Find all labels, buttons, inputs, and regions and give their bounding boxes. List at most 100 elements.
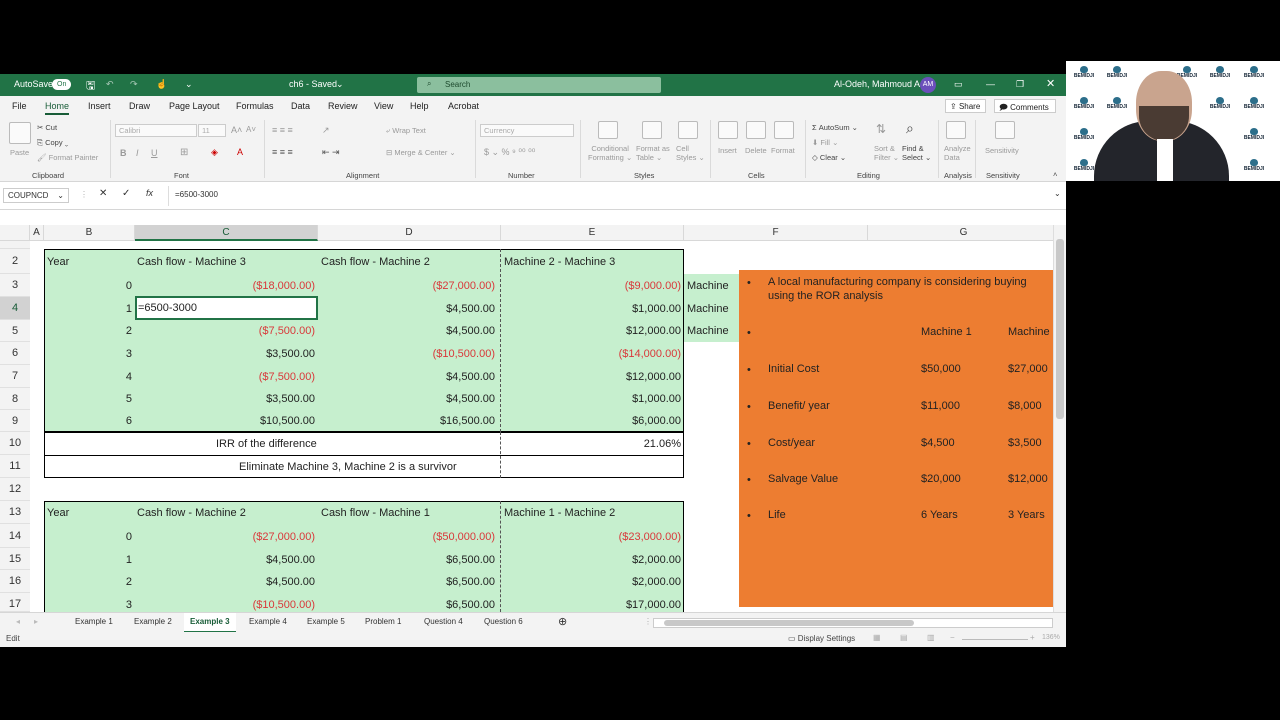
number-format-select[interactable]: Currency	[480, 124, 574, 137]
row-header-1[interactable]	[0, 241, 30, 249]
enter-icon[interactable]: ✓	[122, 188, 130, 199]
paste-button[interactable]: Paste	[10, 148, 29, 157]
decrease-font-icon[interactable]: A˅	[246, 125, 256, 134]
chevron-down-icon[interactable]: ⌄	[336, 79, 344, 90]
column-header-e[interactable]: E	[501, 225, 684, 241]
undo-icon[interactable]: ↶	[106, 79, 114, 90]
horizontal-scrollbar[interactable]	[653, 618, 1053, 628]
merge-center-button[interactable]: ⊟ Merge & Center ⌄	[386, 148, 456, 157]
font-color-icon[interactable]: A	[237, 147, 243, 157]
indent-icon[interactable]: ⇤ ⇥	[322, 147, 340, 158]
fill-color-icon[interactable]: ◈	[211, 147, 218, 158]
borders-icon[interactable]: ⊞	[180, 147, 188, 158]
avatar[interactable]: AM	[920, 77, 936, 93]
sort-filter-button[interactable]: Sort & Filter ⌄	[874, 144, 899, 162]
expand-formula-icon[interactable]: ⌄	[1054, 189, 1061, 198]
name-box[interactable]: COUPNCD ⌄	[3, 188, 69, 203]
delete-cells-button[interactable]: Delete	[745, 146, 767, 155]
autosum-button[interactable]: Σ AutoSum ⌄	[812, 123, 858, 132]
tab-review[interactable]: Review	[328, 101, 358, 111]
find-select-button[interactable]: Find & Select ⌄	[902, 144, 931, 162]
fill-button[interactable]: ⬇ Fill ⌄	[812, 138, 838, 147]
row-header-16[interactable]: 16	[0, 570, 30, 593]
user-name[interactable]: Al-Odeh, Mahmoud A	[834, 79, 920, 89]
sensitivity-icon[interactable]	[995, 121, 1015, 139]
row-header-11[interactable]: 11	[0, 455, 30, 478]
row-header-13[interactable]: 13	[0, 501, 30, 524]
previous-sheet-icon[interactable]: ◂	[16, 617, 20, 626]
ribbon-display-icon[interactable]: ▭	[954, 79, 963, 90]
cancel-icon[interactable]: ✕	[99, 188, 107, 199]
format-painter-button[interactable]: 🖌 Format Painter	[37, 153, 98, 162]
row-header-12[interactable]: 12	[0, 478, 30, 501]
column-header-g[interactable]: G	[868, 225, 1060, 241]
autosave-toggle[interactable]: On	[52, 79, 72, 90]
tab-home[interactable]: Home	[45, 101, 70, 115]
cell-styles-icon[interactable]	[678, 121, 698, 139]
cut-button[interactable]: ✂ Cut	[37, 123, 57, 132]
tab-draw[interactable]: Draw	[129, 101, 150, 111]
column-header-d[interactable]: D	[318, 225, 501, 241]
bold-icon[interactable]: B	[120, 148, 127, 158]
delete-cells-icon[interactable]	[746, 121, 766, 139]
redo-icon[interactable]: ↷	[130, 79, 138, 90]
cell-styles-button[interactable]: Cell Styles ⌄	[676, 144, 705, 162]
sheet-tab[interactable]: Example 2	[134, 617, 172, 626]
search-box[interactable]: ⌕ Search	[417, 77, 661, 93]
save-icon[interactable]: 🖫	[86, 77, 95, 96]
increase-font-icon[interactable]: A˄	[231, 125, 242, 135]
format-as-table-icon[interactable]	[642, 121, 662, 139]
format-cells-icon[interactable]	[774, 121, 794, 139]
close-icon[interactable]: ✕	[1046, 77, 1055, 90]
zoom-in-icon[interactable]: +	[1030, 633, 1035, 642]
spreadsheet-grid[interactable]: A B C D E F G 2 3 4 5 6 7 8 9 10 11 12 1…	[0, 225, 1060, 612]
align-top-icon[interactable]: ≡ ≡ ≡	[272, 125, 293, 135]
column-header-c[interactable]: C	[135, 225, 318, 241]
italic-icon[interactable]: I	[136, 148, 139, 158]
add-sheet-icon[interactable]: ⊕	[558, 615, 567, 628]
active-cell-editor[interactable]: =6500-3000	[135, 296, 318, 320]
currency-icon[interactable]: $ ⌄ % ⁹ ⁰⁰ ⁰⁰	[484, 147, 535, 158]
next-sheet-icon[interactable]: ▸	[34, 617, 38, 626]
row-header-6[interactable]: 6	[0, 342, 30, 365]
maximize-icon[interactable]: ❐	[1016, 79, 1024, 90]
paste-icon[interactable]	[9, 122, 31, 144]
document-title[interactable]: ch6 - Saved	[289, 79, 337, 89]
row-header-10[interactable]: 10	[0, 432, 30, 455]
formula-input[interactable]: =6500-3000	[168, 186, 1060, 206]
sheet-tab[interactable]: Example 1	[75, 617, 113, 626]
sheet-tab[interactable]: Problem 1	[365, 617, 401, 626]
tab-page-layout[interactable]: Page Layout	[169, 101, 220, 111]
find-icon[interactable]: ⌕	[906, 120, 914, 137]
sheet-tab[interactable]: Example 5	[307, 617, 345, 626]
column-header-a[interactable]: A	[30, 225, 44, 241]
tab-view[interactable]: View	[374, 101, 393, 111]
collapse-ribbon-icon[interactable]: ˄	[1053, 170, 1057, 179]
tab-file[interactable]: File	[12, 101, 27, 111]
row-header-7[interactable]: 7	[0, 365, 30, 388]
row-header-9[interactable]: 9	[0, 410, 30, 432]
format-as-table-button[interactable]: Format as Table ⌄	[636, 144, 670, 162]
tab-acrobat[interactable]: Acrobat	[448, 101, 479, 111]
page-break-icon[interactable]: ▥	[927, 633, 935, 642]
row-header-5[interactable]: 5	[0, 320, 30, 342]
tab-data[interactable]: Data	[291, 101, 310, 111]
row-header-8[interactable]: 8	[0, 388, 30, 410]
wrap-text-button[interactable]: ⤶ Wrap Text	[386, 126, 426, 136]
tab-insert[interactable]: Insert	[88, 101, 111, 111]
normal-view-icon[interactable]: ▦	[873, 633, 881, 642]
copy-button[interactable]: ⎘ Copy ⌄	[37, 138, 68, 148]
touch-mode-icon[interactable]: ☝	[156, 79, 167, 90]
row-header-3[interactable]: 3	[0, 274, 30, 297]
page-layout-icon[interactable]: ▤	[900, 633, 908, 642]
sort-filter-icon[interactable]: ⇅	[876, 122, 886, 136]
comments-button[interactable]: 🗩 Comments	[994, 99, 1056, 113]
sheet-tab[interactable]: Question 6	[484, 617, 523, 626]
align-left-icon[interactable]: ≡ ≡ ≡	[272, 147, 293, 157]
insert-cells-button[interactable]: Insert	[718, 146, 737, 155]
font-size-select[interactable]: 11	[198, 124, 226, 137]
column-header-f[interactable]: F	[684, 225, 868, 241]
row-header-2[interactable]: 2	[0, 249, 30, 274]
select-all[interactable]	[0, 225, 30, 241]
minimize-icon[interactable]: —	[986, 79, 995, 89]
